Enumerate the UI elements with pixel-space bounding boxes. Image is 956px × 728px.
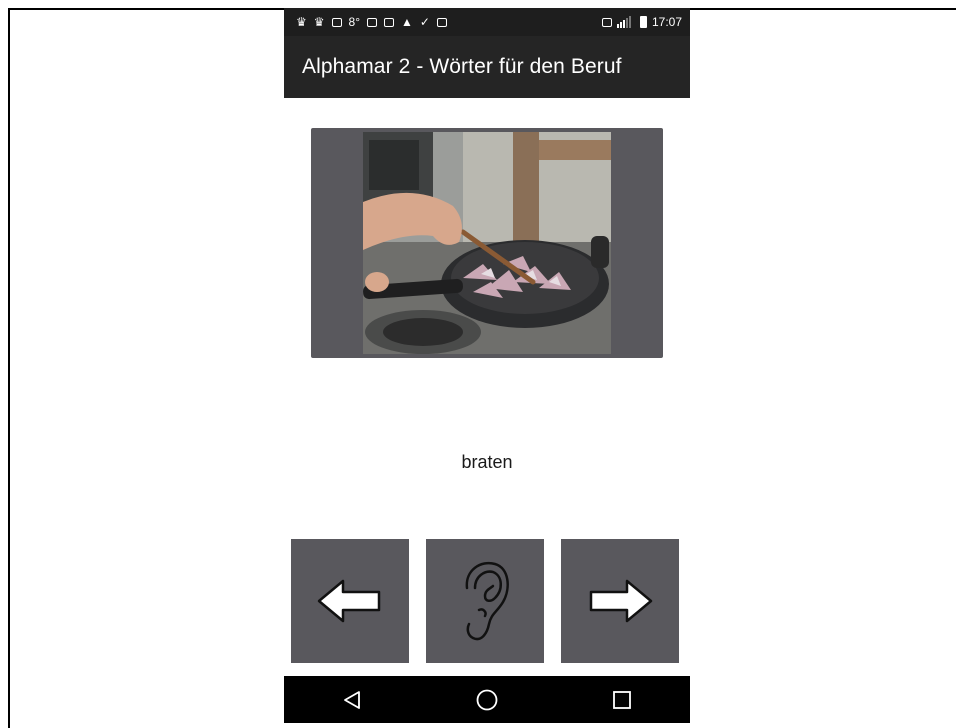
app-bar: Alphamar 2 - Wörter für den Beruf — [284, 36, 690, 98]
photo-frying-onions — [363, 132, 611, 354]
back-triangle-icon — [343, 690, 360, 709]
image-icon — [331, 17, 342, 27]
app-notification-icon: ♛ — [313, 15, 325, 29]
ear-icon — [465, 561, 509, 641]
previous-button[interactable] — [291, 539, 409, 663]
battery-icon — [639, 16, 647, 28]
status-left: ♛ ♛ 8° ▲ ✓ — [284, 16, 447, 28]
app-notification-icon: ♛ — [296, 15, 307, 29]
nfc-icon — [601, 17, 612, 27]
word-label: braten — [461, 452, 513, 472]
image-card — [311, 128, 663, 358]
nav-recents-button[interactable] — [592, 676, 652, 723]
clock-text: 17:07 — [651, 15, 682, 29]
next-button[interactable] — [561, 539, 679, 663]
listen-button[interactable] — [426, 539, 544, 663]
instagram-icon — [384, 17, 395, 27]
navigation-icon: ▲ — [401, 15, 413, 29]
nav-home-button[interactable] — [457, 676, 517, 723]
home-circle-icon — [476, 689, 498, 710]
status-bar: ♛ ♛ 8° ▲ ✓ 17:07 — [284, 8, 690, 36]
app-title: Alphamar 2 - Wörter für den Beruf — [302, 55, 622, 78]
instagram-icon — [367, 17, 378, 27]
download-done-icon: ✓ — [419, 15, 430, 29]
word-photo — [363, 132, 611, 354]
arrow-left-icon — [317, 579, 381, 623]
clipboard-icon — [436, 17, 447, 27]
system-nav-bar — [284, 676, 690, 723]
status-right: 17:07 — [601, 15, 690, 29]
phone-screen: ♛ ♛ 8° ▲ ✓ 17:07 Alphamar 2 - Wörter für… — [284, 8, 690, 723]
recents-square-icon — [613, 690, 632, 709]
temperature-text: 8° — [348, 15, 361, 29]
signal-icon — [616, 16, 631, 28]
arrow-right-icon — [589, 579, 653, 623]
nav-back-button[interactable] — [322, 676, 382, 723]
